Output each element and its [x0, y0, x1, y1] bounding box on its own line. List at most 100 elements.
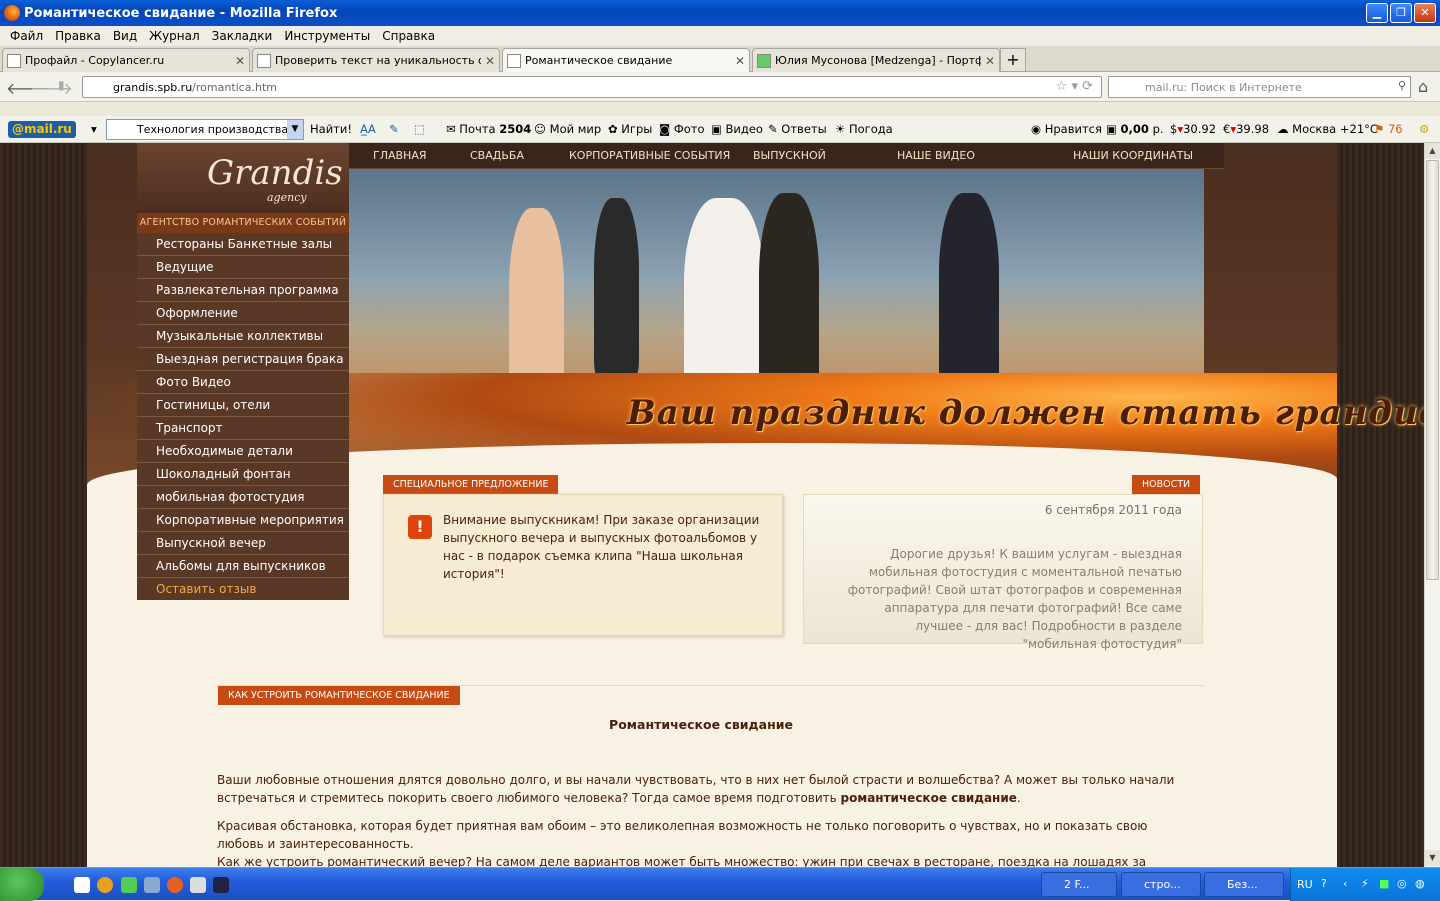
- moi-mir-link[interactable]: ☺ Мой мир: [534, 122, 601, 136]
- network-tray-icon[interactable]: ⚡: [1361, 877, 1369, 890]
- sidebar-item-decor[interactable]: Оформление: [137, 302, 349, 325]
- menu-bookmarks[interactable]: Закладки: [212, 29, 273, 43]
- sidebar-item-albums[interactable]: Альбомы для выпускников: [137, 555, 349, 578]
- scroll-thumb[interactable]: [1426, 160, 1439, 580]
- sidebar-item-hotels[interactable]: Гостиницы, отели: [137, 394, 349, 417]
- taskbar-firefox[interactable]: 2 F...: [1041, 872, 1117, 897]
- sidebar-item-details[interactable]: Необходимые детали: [137, 440, 349, 463]
- new-tab-button[interactable]: +: [1000, 48, 1026, 72]
- nav-home[interactable]: ГЛАВНАЯ: [373, 149, 427, 162]
- menu-history[interactable]: Журнал: [149, 29, 200, 43]
- sidebar-item-restaurants[interactable]: Рестораны Банкетные залы: [137, 233, 349, 256]
- status-tray-icon[interactable]: ■: [1379, 877, 1389, 890]
- chevron-left-icon[interactable]: ‹: [1343, 877, 1347, 890]
- magnifier-icon[interactable]: ⚲: [1398, 79, 1406, 92]
- firefox-quicklaunch-icon[interactable]: [167, 877, 183, 893]
- mailru-logo[interactable]: @mail.ru: [8, 120, 76, 138]
- site-logo[interactable]: Grandis agency: [137, 143, 349, 213]
- mail-link[interactable]: ✉ Почта 2504: [446, 122, 531, 136]
- search-placeholder: mail.ru: Поиск в Интернете: [1145, 80, 1302, 94]
- usd-rate[interactable]: $▾30.92: [1170, 122, 1216, 136]
- menu-file[interactable]: Файл: [10, 29, 43, 43]
- mailru-query-select[interactable]: Технология производства пе ▼: [106, 119, 304, 140]
- screen-icon[interactable]: [213, 877, 229, 893]
- font-size-icon[interactable]: A̲A: [360, 122, 376, 136]
- taskbar-word-2[interactable]: Без...: [1204, 872, 1284, 897]
- scroll-down-icon[interactable]: ▼: [1425, 850, 1440, 866]
- photo-link[interactable]: ◙ Фото: [659, 122, 705, 136]
- tab-copylancer[interactable]: Профайл - Copylancer.ru ✕: [2, 48, 250, 72]
- traffic-link[interactable]: ⚑ 76: [1374, 122, 1403, 136]
- vertical-scrollbar[interactable]: ▲ ▼: [1424, 143, 1440, 867]
- network-icon[interactable]: [144, 877, 160, 893]
- help-icon[interactable]: ?: [1321, 877, 1327, 890]
- sidebar-item-fountain[interactable]: Шоколадный фонтан: [137, 463, 349, 486]
- answers-link[interactable]: ✎ Ответы: [768, 122, 827, 136]
- sidebar-item-registration[interactable]: Выездная регистрация брака: [137, 348, 349, 371]
- wallet-link[interactable]: ▣ 0,00 р.: [1106, 122, 1164, 136]
- menu-edit[interactable]: Правка: [55, 29, 101, 43]
- chevron-down-icon[interactable]: ▼: [287, 120, 303, 139]
- language-indicator[interactable]: RU: [1297, 878, 1313, 891]
- sidebar-item-mobile-studio[interactable]: мобильная фотостудия: [137, 486, 349, 509]
- forward-arrow-icon[interactable]: 🡒: [30, 78, 73, 98]
- nav-video[interactable]: НАШЕ ВИДЕО: [897, 149, 975, 162]
- sidebar-item-hosts[interactable]: Ведущие: [137, 256, 349, 279]
- bookmark-star-icon[interactable]: ☆ ▾ ⟳: [1056, 79, 1093, 94]
- sidebar-item-graduation[interactable]: Выпускной вечер: [137, 532, 349, 555]
- minimize-button[interactable]: ▁: [1366, 3, 1388, 23]
- tab-label: Проверить текст на уникальность онл...: [275, 54, 481, 67]
- navigation-bar: 🡐 🡒 ▮ grandis.spb.ru/romantica.htm ☆ ▾ ⟳…: [0, 72, 1440, 102]
- weather-city[interactable]: ☁ Москва +21°С: [1277, 122, 1378, 136]
- nav-corporate[interactable]: КОРПОРАТИВНЫЕ СОБЫТИЯ: [569, 149, 730, 162]
- taskbar-word-1[interactable]: стро...: [1121, 872, 1201, 897]
- p1-bold: романтическое свидание: [840, 791, 1017, 805]
- nav-graduation[interactable]: ВЫПУСКНОЙ: [753, 149, 826, 162]
- settings-gear-icon[interactable]: ⚙: [1419, 122, 1429, 136]
- search-box[interactable]: mail.ru: Поиск в Интернете ⚲: [1108, 76, 1411, 98]
- tab-close-icon[interactable]: ✕: [985, 54, 995, 68]
- close-button[interactable]: ✕: [1414, 3, 1436, 23]
- eur-rate[interactable]: €▾39.98: [1223, 122, 1269, 136]
- video-link[interactable]: ▣ Видео: [711, 122, 763, 136]
- address-bar[interactable]: grandis.spb.ru/romantica.htm ☆ ▾ ⟳: [82, 76, 1102, 98]
- menu-tools[interactable]: Инструменты: [284, 29, 370, 43]
- weather-link[interactable]: ☀ Погода: [835, 122, 893, 136]
- console-icon[interactable]: [190, 877, 206, 893]
- font-app-icon[interactable]: [74, 877, 90, 893]
- sidebar-item-corporate[interactable]: Корпоративные мероприятия: [137, 509, 349, 532]
- sidebar-item-transport[interactable]: Транспорт: [137, 417, 349, 440]
- highlighter-icon[interactable]: ✎: [389, 122, 399, 136]
- tab-romantic[interactable]: Романтическое свидание ✕: [502, 48, 750, 72]
- sidebar-item-feedback[interactable]: Оставить отзыв: [137, 578, 349, 601]
- find-button[interactable]: Найти!: [310, 122, 352, 136]
- antivirus-tray-icon[interactable]: ◎: [1397, 877, 1407, 890]
- chrome-icon[interactable]: [97, 877, 113, 893]
- tab-close-icon[interactable]: ✕: [485, 54, 495, 68]
- games-link[interactable]: ✿ Игры: [608, 122, 652, 136]
- nav-contacts[interactable]: НАШИ КООРДИНАТЫ: [1073, 149, 1193, 162]
- sidebar-item-photo-video[interactable]: Фото Видео: [137, 371, 349, 394]
- page-bg-left: [0, 143, 87, 867]
- icq-icon[interactable]: [121, 877, 137, 893]
- sidebar-item-music[interactable]: Музыкальные коллективы: [137, 325, 349, 348]
- sidebar-item-entertainment[interactable]: Развлекательная программа: [137, 279, 349, 302]
- tab-uniqueness[interactable]: Проверить текст на уникальность онл... ✕: [252, 48, 500, 72]
- screenshot-icon[interactable]: ⬚: [414, 122, 425, 136]
- home-icon[interactable]: ⌂: [1418, 77, 1428, 96]
- logo-text: Grandis: [207, 153, 343, 193]
- menu-view[interactable]: Вид: [113, 29, 137, 43]
- tab-close-icon[interactable]: ✕: [735, 54, 745, 68]
- scroll-up-icon[interactable]: ▲: [1425, 143, 1440, 159]
- tab-close-icon[interactable]: ✕: [235, 54, 245, 68]
- maximize-button[interactable]: ❐: [1390, 3, 1412, 23]
- nav-wedding[interactable]: СВАДЬБА: [470, 149, 524, 162]
- like-button[interactable]: ◉ Нравится: [1031, 122, 1102, 136]
- start-button[interactable]: [0, 868, 44, 901]
- tab-medzenga[interactable]: Юлия Мусонова [Medzenga] - Портфолио ✕: [752, 48, 1000, 72]
- volume-tray-icon[interactable]: ◍: [1415, 877, 1425, 890]
- news-tag: НОВОСТИ: [1132, 475, 1201, 494]
- mailru-dropdown-icon[interactable]: ▾: [91, 122, 97, 136]
- menu-help[interactable]: Справка: [382, 29, 435, 43]
- history-signal-icon[interactable]: ▮: [58, 78, 65, 92]
